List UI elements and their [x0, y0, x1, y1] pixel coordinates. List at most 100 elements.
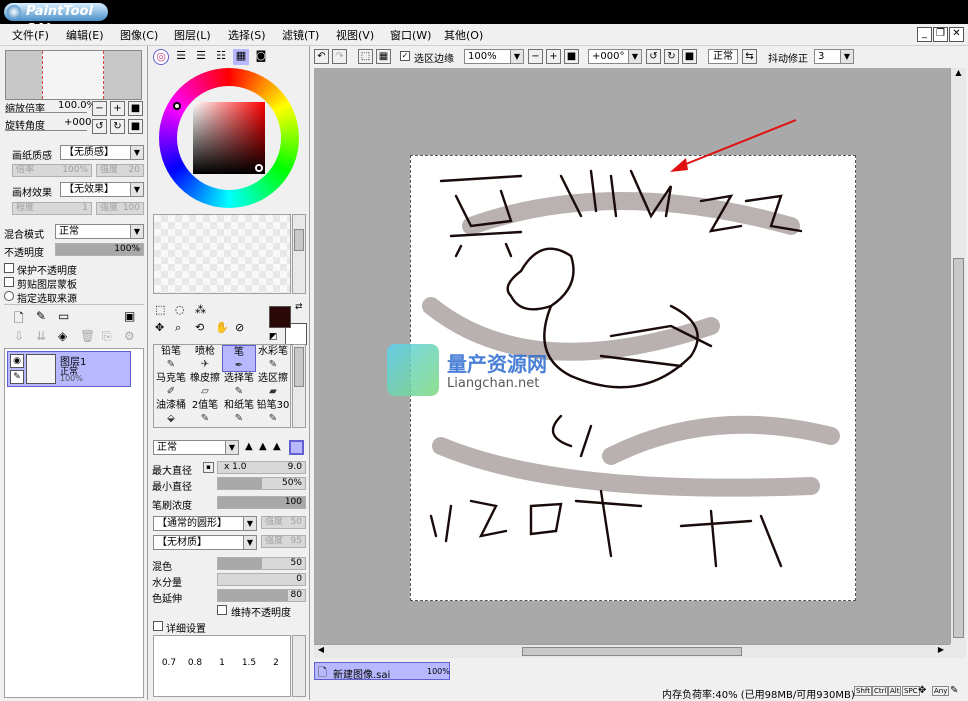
palette-tab-icon[interactable]: ▦ — [233, 49, 249, 65]
flip-horizontal-icon[interactable]: ⇆ — [742, 49, 757, 64]
navigator-preview[interactable] — [5, 50, 142, 100]
selection-source-radio[interactable] — [4, 291, 14, 301]
tool-marker[interactable]: 马克笔 ✐ — [154, 372, 188, 399]
canvas-viewport[interactable]: 量产资源网 Liangchan.net — [314, 68, 950, 644]
swap-colors-icon[interactable]: ⇄ — [295, 302, 303, 312]
rgb-slider-tab-icon[interactable]: ☰ — [173, 49, 189, 65]
horizontal-scroll-thumb[interactable] — [522, 647, 742, 656]
brush-edge-hard-icon[interactable]: ▲ — [245, 441, 253, 452]
drawing-canvas[interactable]: 量产资源网 Liangchan.net — [387, 155, 856, 601]
brush-edge-flat-icon[interactable] — [289, 440, 304, 455]
rect-select-icon[interactable]: ⬚ — [155, 303, 165, 316]
menu-edit[interactable]: 编辑(E) — [66, 27, 104, 43]
brush-shape-select[interactable]: 【通常的圆形】 ▼ — [153, 516, 257, 531]
menu-layer[interactable]: 图层(L) — [174, 27, 211, 43]
tool-pencil[interactable]: 铅笔 ✎ — [154, 345, 188, 372]
blend-slider[interactable]: 50 — [217, 557, 306, 570]
deselect-icon[interactable]: ⬚ — [358, 49, 373, 64]
foreground-color-swatch[interactable] — [269, 306, 291, 328]
layer-option-icon[interactable]: ⎘ — [102, 329, 112, 344]
menu-window[interactable]: 窗口(W) — [390, 27, 431, 43]
rotate-icon[interactable]: ⟲ — [195, 321, 204, 334]
brush-size-preset[interactable]: 0.7 — [158, 658, 180, 668]
brush-size-scrollbar[interactable] — [292, 635, 306, 697]
brush-size-preset[interactable]: 1 — [211, 658, 233, 668]
tool-select-pen[interactable]: 选择笔 ✎ — [222, 372, 256, 399]
selection-edge-checkbox[interactable]: ✓ — [400, 51, 410, 61]
transfer-down-icon[interactable]: ⇩ — [14, 329, 24, 343]
swatch-tab-icon[interactable]: ☷ — [213, 49, 229, 65]
rotate-left-button[interactable]: ↺ — [92, 119, 107, 134]
minimize-button[interactable]: _ — [917, 27, 932, 42]
hand-icon[interactable]: ✋ — [215, 321, 229, 334]
menu-view[interactable]: 视图(V) — [336, 27, 374, 43]
brush-size-preset[interactable]: 1.5 — [238, 658, 260, 668]
merge-down-icon[interactable]: ⇊ — [36, 329, 46, 343]
move-icon[interactable]: ✥ — [155, 321, 164, 334]
vertical-scrollbar[interactable]: ▲ — [950, 68, 966, 644]
rotate-slider[interactable] — [5, 130, 87, 131]
color-swatch-grid[interactable] — [153, 214, 291, 294]
keep-opacity-checkbox[interactable] — [217, 605, 227, 615]
tool-washi-pen[interactable]: 和纸笔 ✎ — [222, 399, 256, 426]
doc-tab[interactable]: 🗋 新建图像.sai 100% — [314, 662, 450, 681]
close-button[interactable]: ✕ — [949, 27, 964, 42]
max-size-slider[interactable]: x 1.0 9.0 — [217, 461, 306, 474]
menu-image[interactable]: 图像(C) — [120, 27, 158, 43]
tool-pencil30[interactable]: 铅笔30 ✎ — [256, 399, 290, 426]
detail-settings-checkbox[interactable] — [153, 621, 163, 631]
canvas-angle-select[interactable]: +000° ▼ — [588, 49, 642, 64]
tool-select-eraser[interactable]: 选区擦 ▰ — [256, 372, 290, 399]
tool-scrollbar[interactable] — [292, 344, 306, 428]
transparent-color-icon[interactable]: ◩ — [269, 332, 278, 342]
menu-other[interactable]: 其他(O) — [444, 27, 483, 43]
mask-icon[interactable]: ▣ — [124, 309, 135, 323]
brush-lock-icon[interactable]: ✎ — [10, 370, 24, 384]
brush-size-preset[interactable]: 2 — [265, 658, 287, 668]
tool-airbrush[interactable]: 喷枪 ✈ — [188, 345, 222, 372]
layer-item[interactable]: ◉ ✎ 图层1 正常 100% — [7, 351, 131, 387]
undo-icon[interactable]: ↶ — [314, 49, 329, 64]
stabilizer-select[interactable]: 3 ▼ — [814, 49, 854, 64]
delete-layer-icon[interactable]: 🗑 — [80, 329, 95, 343]
menu-filter[interactable]: 滤镜(T) — [282, 27, 319, 43]
density-slider[interactable]: 100 — [217, 496, 306, 509]
scroll-up-icon[interactable]: ▲ — [951, 68, 966, 83]
redo-icon[interactable]: ↷ — [332, 49, 347, 64]
tool-bucket[interactable]: 油漆桶 ⬙ — [154, 399, 188, 426]
zoom-icon[interactable]: ⌕ — [175, 321, 181, 335]
canvas-zoom-reset-button[interactable]: ■ — [564, 49, 579, 64]
canvas-zoom-out-button[interactable]: − — [528, 49, 543, 64]
texture-strength-slider[interactable]: 强度 95 — [261, 535, 306, 548]
invert-selection-icon[interactable]: ▦ — [376, 49, 391, 64]
brush-edge-soft-icon[interactable]: ▲ — [273, 441, 281, 452]
menu-file[interactable]: 文件(F) — [12, 27, 49, 43]
canvas-rotate-right-button[interactable]: ↻ — [664, 49, 679, 64]
rotate-right-button[interactable]: ↻ — [110, 119, 125, 134]
blend-mode-select[interactable]: 正常 ▼ — [55, 224, 144, 239]
scroll-left-icon[interactable]: ◀ — [314, 645, 328, 658]
layer-settings-icon[interactable]: ⚙ — [124, 329, 135, 343]
zoom-reset-button[interactable]: ■ — [128, 101, 143, 116]
saturation-value-box[interactable] — [193, 102, 265, 174]
canvas-zoom-in-button[interactable]: + — [546, 49, 561, 64]
new-vector-layer-icon[interactable]: ✎ — [36, 309, 46, 323]
paper-strength-slider[interactable]: 强度 20 — [96, 164, 144, 177]
canvas-zoom-select[interactable]: 100% ▼ — [464, 49, 524, 64]
paper-texture-select[interactable]: 【无质感】 ▼ — [60, 145, 144, 160]
brush-edge-medium-icon[interactable]: ▲ — [259, 441, 267, 452]
zoom-out-button[interactable]: − — [92, 101, 107, 116]
canvas-rotate-left-button[interactable]: ↺ — [646, 49, 661, 64]
rotate-reset-button[interactable]: ■ — [128, 119, 143, 134]
swatch-scrollbar[interactable] — [292, 214, 306, 294]
brush-mode-select[interactable]: 正常 ▼ — [153, 440, 239, 455]
shape-strength-slider[interactable]: 强度 50 — [261, 516, 306, 529]
tool-brush[interactable]: 笔 ✒ — [222, 345, 256, 372]
stretch-slider[interactable]: 80 — [217, 589, 306, 602]
min-size-slider[interactable]: 50% — [217, 477, 306, 490]
magic-wand-icon[interactable]: ⁂ — [195, 303, 206, 316]
paper-scale-slider[interactable]: 倍率 100% — [12, 164, 92, 177]
hsv-slider-tab-icon[interactable]: ☰ — [193, 49, 209, 65]
color-wheel-tab-icon[interactable]: ◎ — [153, 49, 169, 65]
canvas-mode-button[interactable]: 正常 — [708, 49, 738, 64]
